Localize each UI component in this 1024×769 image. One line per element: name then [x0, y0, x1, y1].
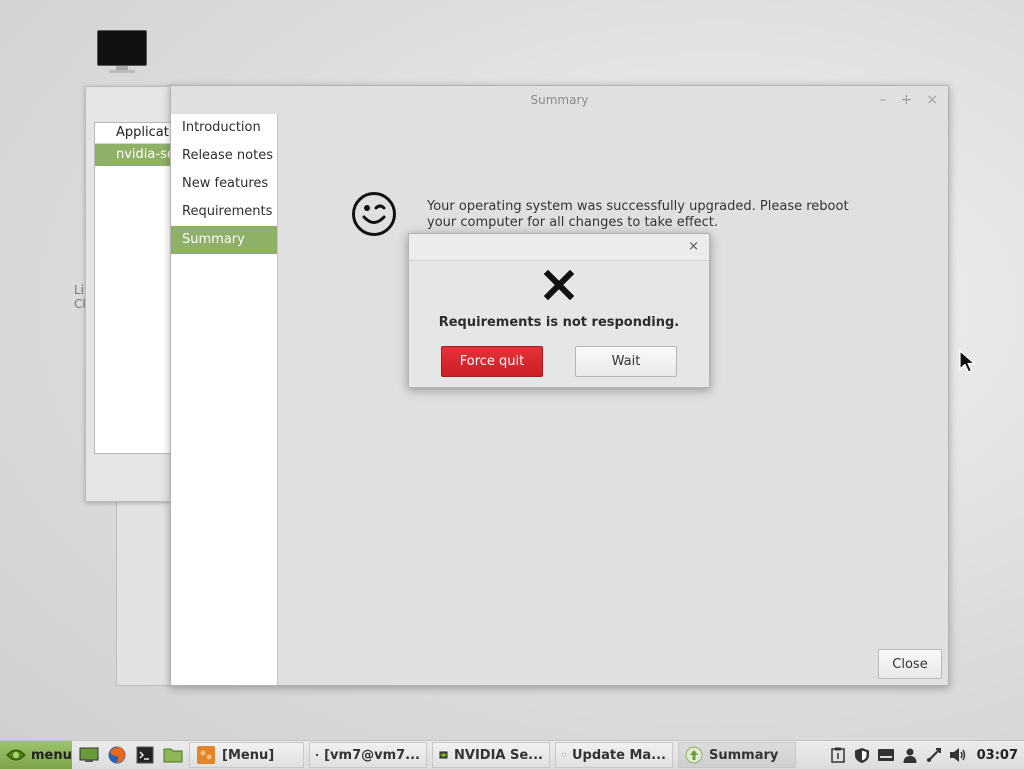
taskbar-item-nvidia[interactable]: NVIDIA Se... — [432, 742, 550, 768]
shield-icon — [562, 752, 566, 758]
background-window: Applicatio nvidia-se — [85, 86, 178, 502]
partial-desktop-text: Li Cl — [74, 283, 86, 311]
maximize-button[interactable]: + — [901, 86, 913, 114]
taskbar-item-label: [vm7@vm7... — [324, 747, 420, 763]
sidebar-item-release-notes[interactable]: Release notes — [171, 142, 277, 170]
network-icon[interactable] — [925, 746, 943, 764]
nvidia-icon — [439, 751, 448, 759]
shield-icon[interactable] — [853, 746, 871, 764]
taskbar-item-label: Update Ma... — [571, 747, 666, 763]
dialog-title-bar[interactable]: × — [409, 234, 709, 261]
monitor-icon[interactable] — [97, 30, 147, 74]
user-icon[interactable] — [901, 746, 919, 764]
close-window-button[interactable]: × — [926, 86, 938, 114]
x-mark-icon — [544, 270, 574, 300]
show-desktop-icon[interactable] — [78, 744, 100, 766]
window-title: Summary — [530, 93, 589, 107]
terminal-icon[interactable] — [134, 744, 156, 766]
menu-editor-icon — [197, 746, 215, 764]
list-item[interactable]: nvidia-se — [95, 144, 177, 166]
clipboard-icon[interactable] — [829, 746, 847, 764]
system-tray: 03:07 — [829, 746, 1024, 764]
upgrade-icon — [685, 746, 703, 764]
sidebar-item-new-features[interactable]: New features — [171, 170, 277, 198]
volume-icon[interactable] — [949, 746, 967, 764]
close-button[interactable]: Close — [878, 649, 942, 679]
keyboard-icon[interactable] — [877, 746, 895, 764]
taskbar-item-terminal[interactable]: [vm7@vm7... — [309, 742, 427, 768]
menu-label: menu — [31, 747, 72, 763]
taskbar-item-summary[interactable]: Summary — [678, 742, 796, 768]
mouse-pointer-icon — [959, 350, 976, 373]
winking-smiley-icon — [352, 192, 396, 236]
force-quit-button[interactable]: Force quit — [441, 346, 543, 377]
dialog-close-button[interactable]: × — [688, 239, 699, 254]
terminal-icon — [316, 754, 318, 756]
files-icon[interactable] — [162, 744, 184, 766]
sidebar-item-requirements[interactable]: Requirements — [171, 198, 277, 226]
list-header[interactable]: Applicatio — [95, 123, 177, 144]
clock[interactable]: 03:07 — [977, 748, 1018, 763]
sidebar: Introduction Release notes New features … — [171, 114, 278, 685]
upgrade-message: Your operating system was successfully u… — [427, 199, 849, 230]
not-responding-dialog: × Requirements is not responding. Force … — [408, 233, 710, 388]
title-bar[interactable]: Summary – + × — [171, 86, 948, 114]
taskbar: menu [Menu] [vm7@vm7... NVIDIA Se... Upd… — [0, 740, 1024, 769]
nvidia-logo-icon — [6, 749, 26, 761]
menu-button[interactable]: menu — [0, 741, 72, 769]
dialog-message: Requirements is not responding. — [438, 315, 680, 330]
wait-button[interactable]: Wait — [575, 346, 677, 377]
minimize-button[interactable]: – — [880, 86, 887, 114]
taskbar-item-label: Summary — [709, 747, 779, 763]
taskbar-item-menu[interactable]: [Menu] — [189, 742, 304, 768]
background-window-lower — [116, 500, 175, 686]
application-list: Applicatio nvidia-se — [94, 122, 178, 454]
taskbar-item-label: NVIDIA Se... — [454, 747, 543, 763]
sidebar-item-introduction[interactable]: Introduction — [171, 114, 277, 142]
firefox-icon[interactable] — [106, 744, 128, 766]
sidebar-item-summary[interactable]: Summary — [171, 226, 277, 254]
taskbar-item-update-manager[interactable]: Update Ma... — [555, 742, 673, 768]
taskbar-item-label: [Menu] — [222, 747, 275, 763]
